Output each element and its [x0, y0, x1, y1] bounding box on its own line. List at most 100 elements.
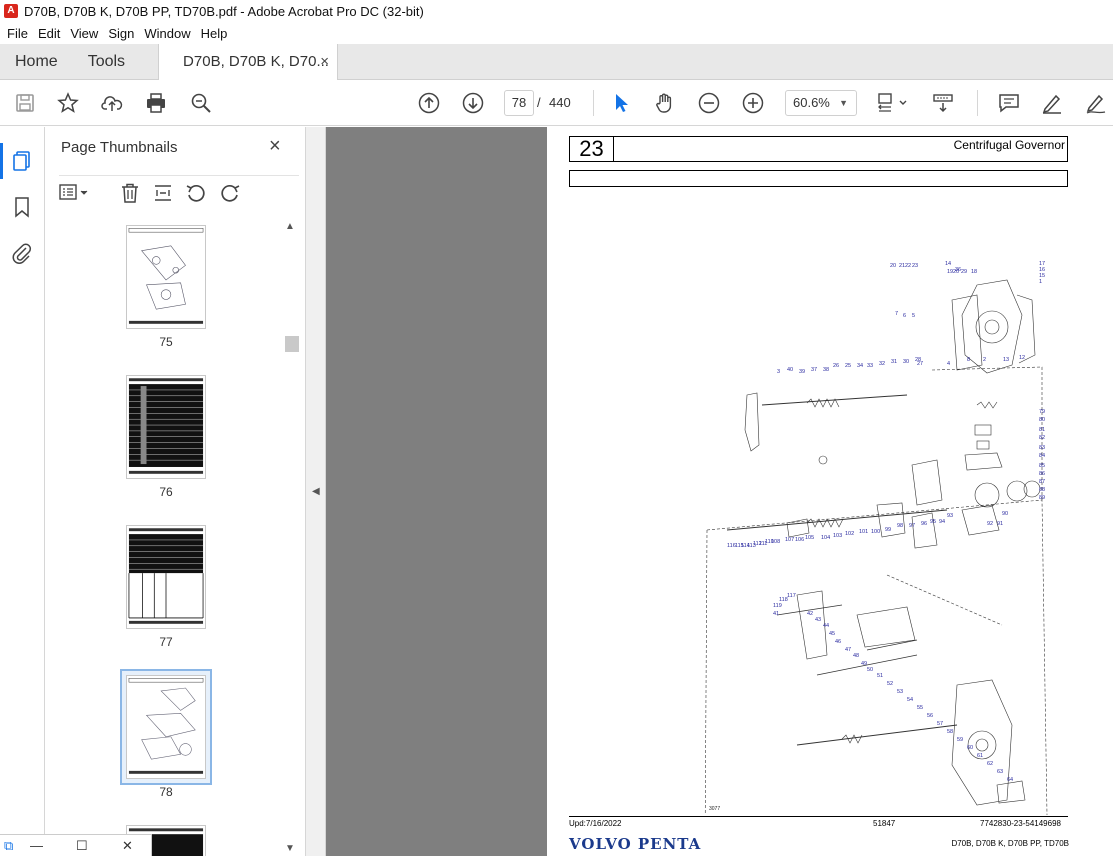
- callout-number: 29: [961, 269, 967, 275]
- callout-number: 43: [815, 617, 821, 623]
- callout-number: 25: [845, 363, 851, 369]
- scroll-down-arrow-icon[interactable]: ▼: [285, 843, 295, 854]
- page-number-input[interactable]: 78: [504, 90, 534, 116]
- callout-number: 7: [895, 311, 898, 317]
- select-cursor-icon[interactable]: [610, 91, 634, 115]
- callout-number: 57: [937, 721, 943, 727]
- bookmark-star-icon[interactable]: [56, 91, 80, 115]
- thumbnail-page-75[interactable]: [126, 225, 206, 329]
- tab-home[interactable]: Home: [0, 44, 73, 80]
- page-separator: /: [537, 95, 541, 110]
- callout-number: 20: [890, 263, 896, 269]
- callout-number: 13: [1003, 357, 1009, 363]
- thumbnail-number: 75: [159, 335, 173, 349]
- rotate-clockwise-icon[interactable]: [219, 182, 241, 204]
- menu-sign[interactable]: Sign: [108, 26, 134, 41]
- callout-number: 44: [823, 623, 829, 629]
- callout-number: 37: [811, 367, 817, 373]
- callout-number: 50: [867, 667, 873, 673]
- page-fit-icon[interactable]: [876, 91, 912, 115]
- page-thumbnails-icon[interactable]: [0, 143, 34, 179]
- tab-tools[interactable]: Tools: [73, 44, 140, 80]
- callout-number: 61: [977, 753, 983, 759]
- window-title: D70B, D70B K, D70B PP, TD70B.pdf - Adobe…: [24, 3, 424, 19]
- previous-page-icon[interactable]: [417, 91, 441, 115]
- menu-file[interactable]: File: [7, 26, 28, 41]
- scroll-up-arrow-icon[interactable]: ▲: [285, 221, 295, 232]
- delete-trash-icon[interactable]: [119, 182, 141, 204]
- callout-number: 86: [1039, 471, 1045, 477]
- callout-number: 23: [912, 263, 918, 269]
- rotate-counterclockwise-icon[interactable]: [185, 182, 207, 204]
- callout-number: 88: [1039, 487, 1045, 493]
- scroll-mode-icon[interactable]: [931, 91, 955, 115]
- close-icon[interactable]: ✕: [122, 838, 133, 854]
- panel-collapse-strip[interactable]: ◀: [305, 127, 326, 856]
- callout-number: 42: [807, 611, 813, 617]
- tab-bar: Home Tools D70B, D70B K, D70... ×: [0, 44, 1113, 80]
- acrobat-app-icon: A: [4, 4, 18, 18]
- thumbnail-page-77[interactable]: [126, 525, 206, 629]
- pdf-page: 23 Centrifugal Governor 20 21 22 23 14 3…: [547, 127, 1113, 856]
- callout-number: 101: [859, 529, 868, 535]
- tab-document[interactable]: D70B, D70B K, D70... ×: [158, 44, 339, 80]
- callout-number: 45: [829, 631, 835, 637]
- callout-number: 80: [1039, 417, 1045, 423]
- thumbnail-options-icon[interactable]: [59, 182, 88, 204]
- zoom-out-icon[interactable]: [697, 91, 721, 115]
- menu-edit[interactable]: Edit: [38, 26, 60, 41]
- attachment-paperclip-icon[interactable]: [10, 241, 34, 265]
- collapse-arrow-icon[interactable]: ◀: [312, 486, 320, 497]
- maximize-icon[interactable]: ☐: [76, 838, 88, 854]
- menu-help[interactable]: Help: [201, 26, 228, 41]
- thumbnail-page-76[interactable]: [126, 375, 206, 479]
- footer-code: 51847: [873, 819, 896, 828]
- scrollbar-thumb[interactable]: [285, 336, 299, 352]
- comment-icon[interactable]: [997, 91, 1021, 115]
- toolbar-divider: [977, 90, 978, 116]
- dropbox-icon[interactable]: ⧉: [4, 838, 13, 854]
- callout-number: 18: [971, 269, 977, 275]
- callout-number: 5: [912, 313, 915, 319]
- panel-close-button[interactable]: ×: [269, 135, 281, 158]
- bookmark-icon[interactable]: [10, 195, 34, 219]
- callout-number: 81: [1039, 427, 1045, 433]
- upload-icon[interactable]: [100, 91, 124, 115]
- callout-number: 59: [957, 737, 963, 743]
- document-viewer[interactable]: 23 Centrifugal Governor 20 21 22 23 14 3…: [326, 127, 1113, 856]
- extract-pages-icon[interactable]: [152, 182, 174, 204]
- zoom-in-icon[interactable]: [741, 91, 765, 115]
- callout-number: 22: [905, 263, 911, 269]
- zoom-level-select[interactable]: 60.6% ▼: [785, 90, 857, 116]
- hand-tool-icon[interactable]: [653, 91, 677, 115]
- callout-number: 56: [927, 713, 933, 719]
- menu-window[interactable]: Window: [144, 26, 190, 41]
- callout-number: 2: [983, 357, 986, 363]
- tab-close-button[interactable]: ×: [320, 44, 329, 80]
- tab-document-label: D70B, D70B K, D70...: [183, 53, 329, 70]
- callout-number: 115: [735, 543, 744, 549]
- callout-number: 48: [853, 653, 859, 659]
- callout-number: 32: [879, 361, 885, 367]
- thumbnail-scrollbar[interactable]: ▲ ▼: [285, 221, 299, 856]
- thumbnail-number: 76: [159, 485, 173, 499]
- save-icon[interactable]: [13, 91, 37, 115]
- callout-number: 89: [1039, 495, 1045, 501]
- menu-view[interactable]: View: [70, 26, 98, 41]
- print-icon[interactable]: [144, 91, 168, 115]
- search-zoom-icon[interactable]: [189, 91, 213, 115]
- minimize-icon[interactable]: —: [30, 838, 43, 853]
- callout-number: 47: [845, 647, 851, 653]
- thumbnail-page-78[interactable]: [126, 675, 206, 779]
- callout-number: 26: [833, 363, 839, 369]
- highlight-pen-icon[interactable]: [1040, 91, 1064, 115]
- sign-pen-icon[interactable]: [1084, 91, 1108, 115]
- callout-number: 90: [1002, 511, 1008, 517]
- next-page-icon[interactable]: [461, 91, 485, 115]
- callout-number: 60: [967, 745, 973, 751]
- chevron-down-icon: ▼: [839, 98, 848, 108]
- callout-number: 99: [885, 527, 891, 533]
- callout-number: 6: [903, 313, 906, 319]
- toolbar-divider: [593, 90, 594, 116]
- callout-number: 12: [1019, 355, 1025, 361]
